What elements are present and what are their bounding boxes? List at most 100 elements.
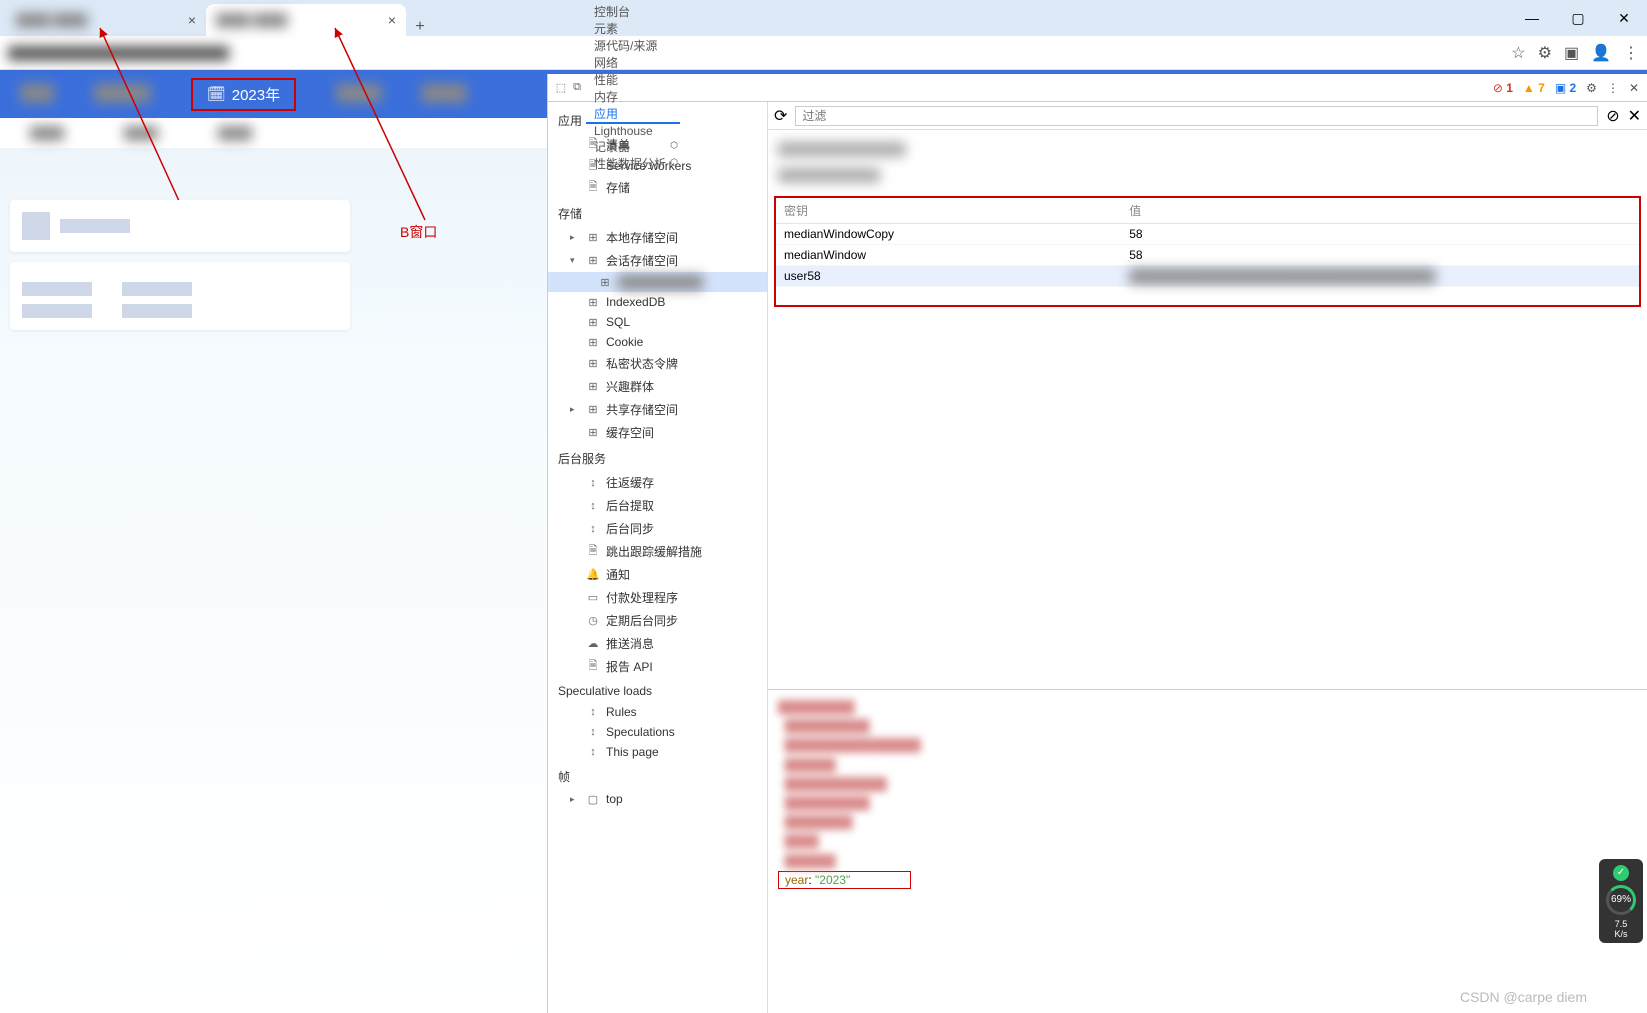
table-row[interactable]: medianWindowCopy58: [776, 224, 1639, 245]
table-row[interactable]: user58██████████████████████████████████…: [776, 266, 1639, 287]
db-icon: ⊞: [586, 295, 600, 309]
profile-icon[interactable]: 👤: [1591, 43, 1611, 63]
sidebar-item[interactable]: ↕后台提取: [548, 494, 767, 517]
sidebar-item[interactable]: ▾⊞会话存储空间: [548, 249, 767, 272]
sidebar-item[interactable]: ↕往返缓存: [548, 471, 767, 494]
sidebar-item[interactable]: ▸▢top: [548, 789, 767, 809]
window-controls: — ▢ ✕: [1509, 0, 1647, 36]
device-icon[interactable]: ⧉: [570, 81, 584, 95]
sidebar-item[interactable]: 🗎跳出跟踪缓解措施: [548, 540, 767, 563]
address-bar: ██████████████████████████ ☆ ⚙ ▣ 👤 ⋮: [0, 36, 1647, 70]
json-year-highlight: year: "2023": [778, 871, 911, 889]
sidebar-item[interactable]: ↕Rules: [548, 702, 767, 722]
header-item: █████: [94, 85, 151, 103]
kebab-icon[interactable]: ⋮: [1607, 81, 1619, 95]
db-icon: ⊞: [586, 357, 600, 371]
devtools-tab-3[interactable]: 网络: [586, 54, 680, 71]
star-icon[interactable]: ☆: [1511, 43, 1525, 63]
devtools-tab-1[interactable]: 元素: [586, 20, 680, 37]
card: [10, 200, 350, 252]
devtools-tab-0[interactable]: 控制台: [586, 3, 680, 20]
maximize-icon[interactable]: ▢: [1555, 0, 1601, 36]
extensions-icon[interactable]: ⚙: [1538, 43, 1552, 63]
year-button[interactable]: 🗓 2023年: [191, 78, 296, 111]
sidebar-item[interactable]: ⊞缓存空间: [548, 421, 767, 444]
warning-count[interactable]: ▲ 7: [1523, 81, 1545, 95]
frame-icon: ▢: [586, 792, 600, 806]
db-icon: ⊞: [586, 231, 600, 245]
sync-icon: ↕: [586, 745, 600, 759]
calendar-icon: 🗓: [207, 85, 226, 103]
sidebar-section: Speculative loads: [548, 678, 767, 702]
gear-icon[interactable]: ⚙: [1586, 81, 1597, 95]
sidebar-item[interactable]: ▸⊞本地存储空间: [548, 226, 767, 249]
sidebar-item[interactable]: ↕后台同步: [548, 517, 767, 540]
file-icon: 🗎: [586, 660, 600, 674]
error-count[interactable]: ⊘ 1: [1493, 81, 1513, 95]
devtools-main: ⟳ ⊘ ✕ ███████████████ ████████████ 密钥 值 …: [768, 102, 1647, 1013]
refresh-icon[interactable]: ⟳: [774, 106, 787, 126]
url-input[interactable]: ██████████████████████████: [8, 40, 1501, 66]
sidebar-item[interactable]: 🗎报告 API: [548, 655, 767, 678]
table-row[interactable]: medianWindow58: [776, 245, 1639, 266]
header-item: ███: [20, 85, 54, 103]
devtools-tab-4[interactable]: 性能: [586, 71, 680, 88]
close-icon[interactable]: ×: [388, 12, 396, 28]
json-preview: █████████ ██████████ ████████████████ ██…: [768, 689, 1647, 897]
sidebar-item-selected[interactable]: ⊞██████████: [548, 272, 767, 292]
browser-tab-a[interactable]: ████ ████ ×: [6, 4, 206, 36]
sidebar-item[interactable]: ⊞私密状态令牌: [548, 352, 767, 375]
minimize-icon[interactable]: —: [1509, 0, 1555, 36]
watermark: CSDN @carpe diem: [1460, 989, 1587, 1005]
devtools-panel: ⬚ ⧉ 控制台元素源代码/来源网络性能内存应用Lighthouse记录器性能数据…: [547, 74, 1647, 1013]
sidebar-item[interactable]: ⊞IndexedDB: [548, 292, 767, 312]
bell-icon: 🔔: [586, 568, 600, 582]
sidebar-item[interactable]: ☁推送消息: [548, 632, 767, 655]
storage-table-highlight: 密钥 值 medianWindowCopy58medianWindow58use…: [774, 196, 1641, 307]
db-icon: ⊞: [586, 403, 600, 417]
sidepanel-icon[interactable]: ▣: [1564, 43, 1579, 63]
header-item: ████: [336, 85, 381, 103]
sidebar-item[interactable]: ⊞兴趣群体: [548, 375, 767, 398]
close-devtools-icon[interactable]: ✕: [1629, 81, 1639, 95]
sidebar-item[interactable]: ⊞Cookie: [548, 332, 767, 352]
sidebar-item[interactable]: ▸⊞共享存储空间: [548, 398, 767, 421]
sidebar-item[interactable]: ⊞SQL: [548, 312, 767, 332]
devtools-sidebar: 应用🗎清单🗎Service workers🗎存储存储▸⊞本地存储空间▾⊞会话存储…: [548, 102, 768, 1013]
close-icon[interactable]: ×: [188, 12, 196, 28]
filter-input[interactable]: [795, 106, 1598, 126]
inspect-icon[interactable]: ⬚: [554, 81, 568, 95]
close-icon[interactable]: ✕: [1628, 106, 1641, 126]
sidebar-section: 应用: [548, 106, 767, 133]
devtools-status: ⊘ 1 ▲ 7 ▣ 2 ⚙ ⋮ ✕: [1493, 81, 1647, 95]
perf-ring: 69%: [1606, 885, 1636, 915]
sidebar-item[interactable]: ↕Speculations: [548, 722, 767, 742]
clear-icon[interactable]: ⊘: [1606, 106, 1619, 126]
devtools-tab-8[interactable]: 记录器: [586, 138, 680, 155]
sync-icon: ↕: [586, 499, 600, 513]
sidebar-item[interactable]: 🗎存储: [548, 176, 767, 199]
file-icon: 🗎: [586, 181, 600, 195]
sidebar-item[interactable]: ▭付款处理程序: [548, 586, 767, 609]
check-icon: ✓: [1613, 865, 1629, 881]
db-icon: ⊞: [586, 380, 600, 394]
year-label: 2023年: [232, 84, 280, 105]
sidebar-item[interactable]: 🔔通知: [548, 563, 767, 586]
col-key[interactable]: 密钥: [776, 198, 1121, 224]
col-value[interactable]: 值: [1121, 198, 1639, 224]
sync-icon: ↕: [586, 705, 600, 719]
sidebar-item[interactable]: ↕This page: [548, 742, 767, 762]
browser-tab-b[interactable]: ████ ████ ×: [206, 4, 406, 36]
sidebar-section: 后台服务: [548, 444, 767, 471]
new-tab-button[interactable]: +: [406, 18, 434, 36]
sync-icon: ↕: [586, 476, 600, 490]
sidebar-item[interactable]: ◷定期后台同步: [548, 609, 767, 632]
devtools-tab-9[interactable]: 性能数据分析: [586, 155, 680, 172]
menu-icon[interactable]: ⋮: [1623, 43, 1639, 63]
devtools-tab-2[interactable]: 源代码/来源: [586, 37, 680, 54]
card: [10, 262, 350, 330]
issue-count[interactable]: ▣ 2: [1555, 81, 1576, 95]
sync-icon: ↕: [586, 725, 600, 739]
db-icon: ⊞: [586, 335, 600, 349]
close-window-icon[interactable]: ✕: [1601, 0, 1647, 36]
